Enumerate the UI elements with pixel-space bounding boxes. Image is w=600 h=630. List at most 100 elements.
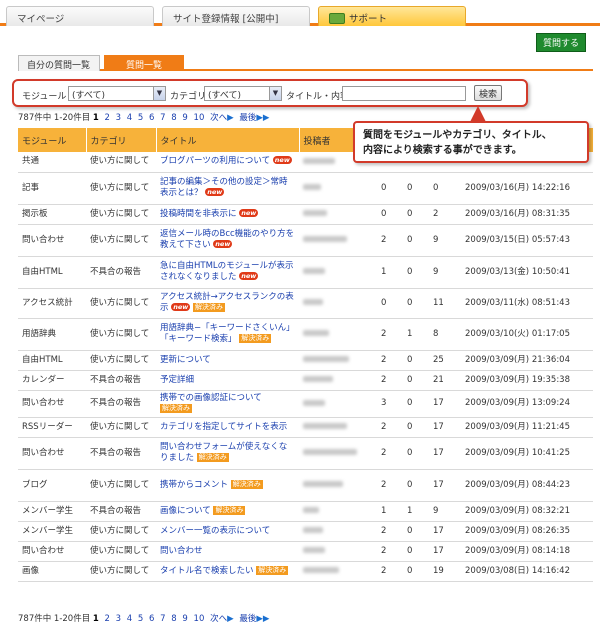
row-category: 不具合の報告 [86, 370, 156, 391]
pager-link[interactable]: 8 [171, 113, 176, 123]
row-module: 画像 [18, 561, 86, 582]
module-select-value: (すべて) [72, 91, 106, 101]
ask-question-button[interactable]: 質問する [535, 33, 586, 52]
pager-link[interactable]: 7 [160, 614, 165, 624]
pager-last-label: 最後 [239, 614, 257, 624]
row-category: 使い方に関して [86, 417, 156, 438]
chevron-down-icon: ▼ [269, 87, 281, 100]
tab-mypage[interactable]: マイページ [6, 6, 154, 26]
question-title-link[interactable]: 記事の編集＞その他の設定＞常時表示とは？ [160, 177, 288, 198]
module-select[interactable]: (すべて) ▼ [68, 86, 166, 101]
pager-link[interactable]: 4 [127, 113, 132, 123]
row-module: メンバー学生 [18, 521, 86, 542]
row-author [299, 521, 377, 542]
pager-last[interactable]: 最後▶▶ [239, 113, 269, 123]
question-title-link[interactable]: 画像について [160, 506, 211, 516]
row-count-b: 0 [403, 288, 429, 319]
tab-site-info-label: サイト登録情報 [公開中] [173, 14, 279, 25]
col-category[interactable]: カテゴリ [86, 128, 157, 152]
pager-link[interactable]: 10 [194, 614, 205, 624]
question-title-link[interactable]: 更新について [160, 355, 211, 365]
col-title[interactable]: タイトル [156, 128, 300, 152]
tab-support[interactable]: サポート [318, 6, 466, 26]
pager-link[interactable]: 2 [105, 113, 110, 123]
col-module[interactable]: モジュール [18, 128, 87, 152]
keyword-input[interactable] [342, 86, 466, 101]
question-title-link[interactable]: タイトル名で検索したい [160, 566, 254, 576]
row-count-a: 0 [377, 172, 403, 205]
pager-last[interactable]: 最後▶▶ [239, 614, 269, 624]
pager-link[interactable]: 8 [171, 614, 176, 624]
question-title-link[interactable]: 携帯での画像認証について [160, 393, 262, 403]
row-date: 2009/03/09(月) 08:14:18 [461, 541, 593, 562]
row-module: 掲示板 [18, 204, 86, 225]
subtab-question-list[interactable]: 質問一覧 [104, 55, 184, 71]
table-row: カレンダー 不具合の報告 予定詳細 2 0 21 2009/03/09(月) 19:35:3… [18, 370, 593, 391]
question-title-link[interactable]: 投稿時間を非表示に [160, 209, 237, 219]
callout-arrow [470, 106, 486, 122]
row-count-b: 0 [403, 390, 429, 418]
pager-link[interactable]: 10 [194, 113, 205, 123]
redacted-author [303, 481, 343, 487]
row-title-cell: 問い合わせ [156, 541, 299, 562]
row-title-cell: ブログパーツの利用について new [156, 152, 299, 173]
row-count-b: 0 [403, 224, 429, 257]
new-badge: new [239, 272, 259, 280]
question-title-link[interactable]: 用語辞典−「キーワードさくいん」「キーワード検索」 [160, 323, 295, 344]
pager-link[interactable]: 5 [138, 113, 143, 123]
row-category: 不具合の報告 [86, 390, 156, 418]
pager-next[interactable]: 次へ▶ [210, 614, 234, 624]
search-button[interactable]: 検索 [474, 85, 503, 101]
table-row: 問い合わせ 使い方に関して 返信メール時のBcc機能のやり方を教えて下さい new 2… [18, 224, 593, 257]
pager-link[interactable]: 9 [182, 614, 187, 624]
pager-link[interactable]: 3 [116, 614, 121, 624]
redacted-author [303, 356, 349, 362]
row-module: 問い合わせ [18, 390, 86, 418]
row-date: 2009/03/16(月) 14:22:16 [461, 172, 593, 205]
question-title-link[interactable]: メンバー一覧の表示について [160, 526, 270, 536]
row-category: 使い方に関して [86, 172, 156, 205]
pager-link[interactable]: 6 [149, 113, 154, 123]
question-title-link[interactable]: 予定詳細 [160, 375, 194, 385]
table-row: 問い合わせ 不具合の報告 問い合わせフォームが使えなくなりました 解決済み 2 0 17 2… [18, 437, 593, 470]
row-title-cell: メンバー一覧の表示について [156, 521, 299, 542]
question-title-link[interactable]: カテゴリを指定してサイトを表示 [160, 422, 287, 432]
category-select[interactable]: (すべて) ▼ [204, 86, 282, 101]
row-count-c: 25 [429, 350, 461, 371]
row-count-a: 0 [377, 288, 403, 319]
tab-support-label: サポート [349, 14, 388, 25]
row-category: 使い方に関して [86, 152, 156, 173]
pager-link[interactable]: 9 [182, 113, 187, 123]
new-badge: new [272, 156, 292, 165]
row-title-cell: アクセス統計→アクセスランクの表示 new 解決済み [156, 288, 299, 319]
subtab-my-questions[interactable]: 自分の質問一覧 [18, 55, 100, 71]
row-module: アクセス統計 [18, 288, 86, 319]
row-category: 使い方に関して [86, 561, 156, 582]
help-callout: 質問をモジュールやカテゴリ、タイトル、 内容により検索する事ができます。 [353, 121, 589, 163]
pager-link[interactable]: 3 [116, 113, 121, 123]
redacted-author [303, 423, 347, 429]
row-count-c: 17 [429, 417, 461, 438]
pager-next[interactable]: 次へ▶ [210, 113, 234, 123]
tab-site-info[interactable]: サイト登録情報 [公開中] [162, 6, 310, 26]
question-title-link[interactable]: 問い合わせ [160, 546, 203, 556]
row-author [299, 318, 377, 351]
question-title-link[interactable]: ブログパーツの利用について [160, 156, 270, 166]
table-row: メンバー学生 使い方に関して メンバー一覧の表示について 2 0 17 2009/03/09… [18, 521, 593, 542]
redacted-author [303, 210, 327, 216]
row-date: 2009/03/09(月) 08:26:35 [461, 521, 593, 542]
pager-last-label: 最後 [239, 113, 257, 123]
pager-link[interactable]: 7 [160, 113, 165, 123]
questions-table: モジュール カテゴリ タイトル 投稿者 共通 使い方に関して ブログパーツの利用につ… [18, 128, 594, 582]
pager-link[interactable]: 2 [105, 614, 110, 624]
pager-link[interactable]: 4 [127, 614, 132, 624]
row-date: 2009/03/15(日) 05:57:43 [461, 224, 593, 257]
pager-link[interactable]: 6 [149, 614, 154, 624]
row-title-cell: 急に自由HTMLのモジュールが表示されなくなりました new [156, 256, 299, 289]
row-count-a: 2 [377, 437, 403, 470]
row-author [299, 172, 377, 205]
question-title-link[interactable]: 携帯からコメント [160, 480, 228, 490]
question-title-link[interactable]: 急に自由HTMLのモジュールが表示されなくなりました [160, 261, 294, 282]
pager-link[interactable]: 5 [138, 614, 143, 624]
row-author [299, 417, 377, 438]
